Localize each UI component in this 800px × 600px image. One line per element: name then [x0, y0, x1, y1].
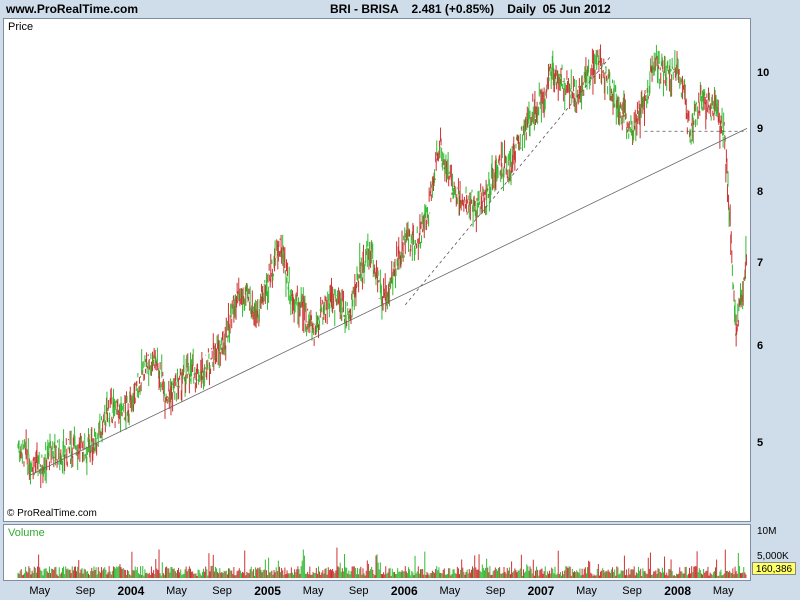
x-tick-label: May [439, 585, 461, 597]
y-tick-label: 7 [757, 257, 764, 270]
site-name[interactable]: www.ProRealTime.com [6, 2, 138, 16]
x-tick-label: Sep [622, 585, 642, 597]
solid-trendline [29, 127, 748, 476]
chart-header: www.ProRealTime.com BRI - BRISA 2.481 (+… [0, 0, 800, 18]
x-tick-label: May [166, 585, 187, 597]
x-tick-label: 2005 [254, 584, 281, 598]
y-tick-label: 9 [757, 123, 764, 136]
last-volume-badge: 160,386 [752, 562, 796, 575]
x-tick-label: May [576, 585, 597, 597]
y-tick-label: 8 [757, 186, 764, 199]
volume-tick-label: 5,000K [757, 551, 789, 562]
quote-line: BRI - BRISA 2.481 (+0.85%) Daily 05 Jun … [330, 2, 611, 16]
x-tick-label: May [712, 585, 734, 597]
x-tick-label: 2007 [527, 584, 555, 598]
x-tick-label: 2008 [664, 584, 692, 598]
price-label: Price [8, 21, 34, 33]
x-tick-label: May [29, 585, 51, 597]
volume-label: Volume [8, 527, 45, 539]
x-tick-label: May [302, 585, 324, 597]
volume-tick-label: 10M [757, 526, 777, 537]
y-tick-label: 10 [757, 67, 770, 80]
x-tick-label: 2006 [390, 584, 418, 598]
price-chart [17, 44, 748, 489]
price-panel[interactable]: Price © ProRealTime.com [3, 18, 751, 522]
y-tick-label: 5 [757, 436, 764, 449]
x-tick-label: Sep [485, 585, 506, 597]
volume-panel[interactable]: Volume [3, 524, 751, 581]
x-tick-label: Sep [348, 585, 369, 597]
x-tick-label: 2004 [117, 584, 145, 598]
volume-chart [17, 547, 747, 578]
x-tick-label: Sep [75, 585, 96, 597]
y-tick-label: 6 [757, 339, 764, 352]
x-tick-label: Sep [212, 585, 232, 597]
copyright-text: © ProRealTime.com [7, 508, 97, 519]
